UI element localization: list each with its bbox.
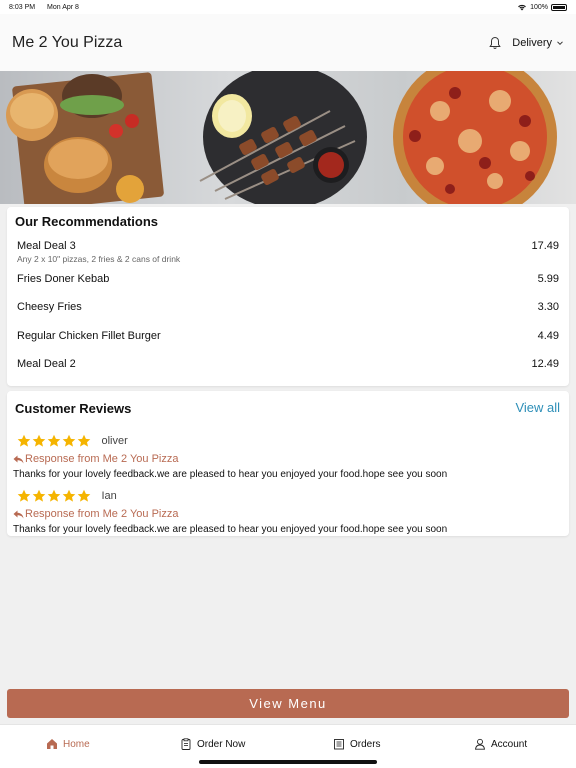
response-label: Response from Me 2 You Pizza	[25, 508, 179, 520]
star-icon	[62, 489, 76, 502]
response-header: Response from Me 2 You Pizza	[13, 508, 565, 520]
header-actions: Delivery	[488, 36, 564, 50]
tab-label: Account	[491, 738, 528, 750]
wifi-icon	[518, 4, 526, 11]
app-title: Me 2 You Pizza	[12, 33, 123, 51]
review-header: Ian	[13, 487, 565, 505]
reviews-card: Customer Reviews View all oliver Respons…	[7, 391, 569, 536]
reply-icon	[13, 455, 24, 463]
view-all-link[interactable]: View all	[515, 400, 560, 415]
recommendation-item[interactable]: Regular Chicken Fillet Burger 4.49	[17, 330, 559, 342]
chevron-down-icon	[557, 40, 563, 45]
response-text: Thanks for your lovely feedback.we are p…	[13, 524, 448, 535]
reviews-title: Customer Reviews	[15, 401, 132, 416]
star-icon	[17, 434, 31, 447]
recommendation-item[interactable]: Cheesy Fries 3.30	[17, 301, 559, 313]
item-price: 12.49	[531, 358, 559, 370]
recommendations-card: Our Recommendations Meal Deal 3 Any 2 x …	[7, 207, 569, 386]
app-header: Me 2 You Pizza Delivery	[0, 14, 576, 71]
status-time: 8:03 PM	[9, 3, 36, 11]
tab-label: Home	[63, 738, 90, 750]
star-icon	[77, 489, 91, 502]
status-right: 100%	[517, 3, 567, 11]
response-text: Thanks for your lovely feedback.we are p…	[13, 469, 448, 480]
recommendations-title: Our Recommendations	[15, 214, 159, 229]
star-icon	[32, 489, 46, 502]
star-icon	[77, 434, 91, 447]
view-menu-button[interactable]: View Menu	[7, 689, 569, 718]
hero-food-illustration	[6, 71, 557, 204]
star-icon	[47, 434, 61, 447]
tab-label: Orders	[350, 738, 381, 750]
item-name: Meal Deal 3	[17, 240, 76, 252]
item-name: Meal Deal 2	[17, 358, 76, 370]
item-name: Fries Doner Kebab	[17, 273, 110, 285]
response-header: Response from Me 2 You Pizza	[13, 453, 565, 465]
response-label: Response from Me 2 You Pizza	[25, 453, 179, 465]
reply-icon	[13, 510, 24, 518]
item-price: 4.49	[537, 330, 559, 342]
star-rating	[17, 489, 91, 503]
item-name: Regular Chicken Fillet Burger	[17, 330, 161, 342]
star-icon	[62, 434, 76, 447]
recommendation-item[interactable]: Fries Doner Kebab 5.99	[17, 273, 559, 285]
tab-account[interactable]: Account	[474, 738, 527, 750]
status-left: 8:03 PM Mon Apr 8	[9, 4, 89, 11]
reviewer-name: Ian	[101, 489, 117, 502]
star-icon	[47, 489, 61, 502]
item-price: 5.99	[537, 273, 559, 285]
star-icon	[17, 489, 31, 502]
status-date: Mon Apr 8	[47, 3, 79, 11]
recommendation-item[interactable]: Meal Deal 3 Any 2 x 10" pizzas, 2 fries …	[17, 240, 559, 264]
review-item: oliver Response from Me 2 You Pizza Than…	[13, 432, 565, 480]
reviewer-name: oliver	[101, 434, 128, 447]
delivery-label: Delivery	[512, 36, 552, 49]
review-item: Ian Response from Me 2 You Pizza Thanks …	[13, 487, 565, 535]
delivery-selector[interactable]: Delivery	[512, 37, 564, 49]
item-price: 3.30	[537, 301, 559, 313]
recommendation-text: Meal Deal 3 Any 2 x 10" pizzas, 2 fries …	[17, 240, 180, 264]
person-icon	[475, 738, 485, 750]
battery-percent: 100%	[530, 3, 548, 11]
star-icon	[32, 434, 46, 447]
tab-orders[interactable]: Orders	[333, 738, 381, 750]
star-rating	[17, 434, 91, 448]
clipboard-icon	[181, 738, 191, 750]
item-price: 17.49	[531, 240, 559, 252]
home-indicator	[199, 760, 377, 764]
home-icon	[47, 739, 57, 749]
item-name: Cheesy Fries	[17, 301, 82, 313]
status-bar: 8:03 PM Mon Apr 8 100%	[0, 0, 576, 14]
item-description: Any 2 x 10" pizzas, 2 fries & 2 cans of …	[17, 254, 181, 264]
review-header: oliver	[13, 432, 565, 450]
hero-banner-image	[0, 71, 576, 204]
receipt-icon	[334, 739, 344, 750]
tab-order-now[interactable]: Order Now	[180, 738, 245, 750]
bell-icon[interactable]	[488, 36, 502, 50]
tab-home[interactable]: Home	[46, 738, 90, 750]
recommendation-item[interactable]: Meal Deal 2 12.49	[17, 358, 559, 370]
battery-icon	[551, 3, 567, 11]
tab-label: Order Now	[197, 738, 246, 750]
